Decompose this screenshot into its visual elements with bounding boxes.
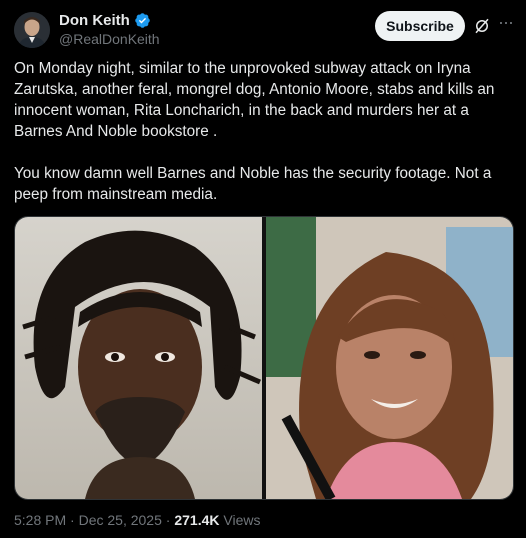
author-name[interactable]: Don Keith xyxy=(59,12,130,29)
author-handle[interactable]: @RealDonKeith xyxy=(59,31,160,47)
woman-selfie-photo[interactable] xyxy=(266,217,513,499)
post-media[interactable] xyxy=(14,216,514,500)
views-count: 271.4K xyxy=(174,512,220,528)
post-text: On Monday night, similar to the unprovok… xyxy=(14,60,495,203)
mugshot-photo[interactable] xyxy=(15,217,262,499)
post-date[interactable]: Dec 25, 2025 xyxy=(79,512,162,528)
separator: · xyxy=(165,512,171,528)
verified-badge-icon xyxy=(134,12,151,29)
separator: · xyxy=(70,512,75,528)
post-header: Don Keith @RealDonKeith Subscribe ··· xyxy=(14,10,514,50)
avatar[interactable] xyxy=(14,12,50,48)
post-footer: 5:28 PM · Dec 25, 2025 · 271.4K Views xyxy=(14,512,260,528)
subscribe-button[interactable]: Subscribe xyxy=(375,11,465,41)
grok-icon[interactable] xyxy=(473,17,491,35)
more-options-icon[interactable]: ··· xyxy=(498,13,516,34)
post-time[interactable]: 5:28 PM xyxy=(14,512,66,528)
views-label: Views xyxy=(223,512,261,528)
